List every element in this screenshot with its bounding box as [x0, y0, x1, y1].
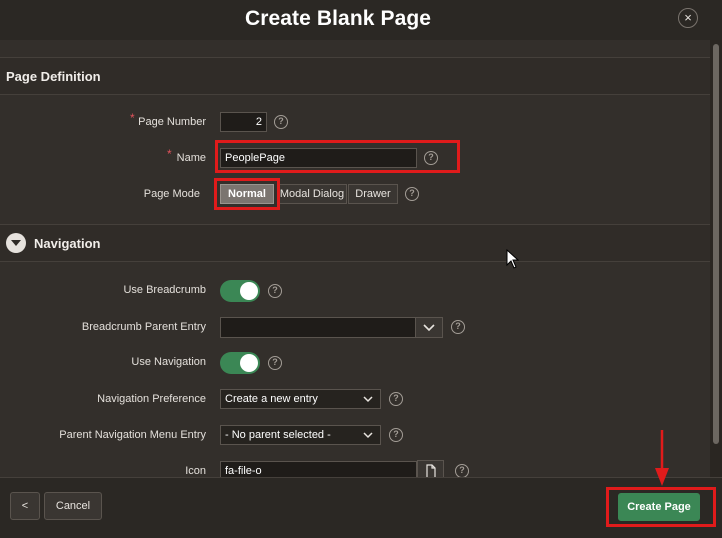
page-mode-modal-dialog[interactable]: Modal Dialog	[277, 184, 347, 204]
nav-preference-select[interactable]: Create a new entry	[220, 389, 381, 409]
dialog-footer: < Cancel Create Page	[0, 477, 722, 538]
use-navigation-label: Use Navigation	[131, 356, 206, 368]
chevron-down-icon	[362, 426, 374, 451]
page-number-label: Page Number	[138, 116, 206, 128]
help-icon[interactable]: ?	[451, 320, 465, 334]
name-label: Name	[176, 152, 206, 164]
create-page-button[interactable]: Create Page	[618, 493, 700, 521]
help-icon[interactable]: ?	[424, 151, 438, 165]
use-navigation-toggle[interactable]	[220, 352, 260, 374]
page-definition-title: Page Definition	[6, 69, 101, 84]
page-mode-label: Page Mode	[143, 188, 200, 200]
parent-nav-label: Parent Navigation Menu Entry	[59, 429, 206, 441]
navigation-header[interactable]: Navigation	[0, 224, 710, 262]
name-input[interactable]: PeoplePage	[220, 148, 417, 168]
collapse-icon[interactable]	[6, 233, 26, 253]
use-breadcrumb-label: Use Breadcrumb	[123, 284, 206, 296]
scrollbar[interactable]	[710, 40, 722, 477]
dialog-header: Create Blank Page ×	[0, 0, 722, 40]
help-icon[interactable]: ?	[274, 115, 288, 129]
chevron-down-icon	[362, 390, 374, 415]
help-icon[interactable]: ?	[455, 464, 469, 477]
close-icon[interactable]: ×	[678, 8, 698, 28]
parent-nav-select[interactable]: - No parent selected -	[220, 425, 381, 445]
dialog-title: Create Blank Page	[244, 7, 432, 30]
use-breadcrumb-toggle[interactable]	[220, 280, 260, 302]
dialog-body: Page Definition * Page Number 2 ? * Name…	[0, 40, 710, 477]
cursor-icon	[506, 249, 520, 269]
file-icon[interactable]	[417, 460, 444, 477]
chevron-down-icon[interactable]	[415, 317, 443, 338]
parent-nav-value: - No parent selected -	[225, 429, 331, 441]
icon-input[interactable]: fa-file-o	[220, 461, 417, 477]
help-icon[interactable]: ?	[389, 392, 403, 406]
page-mode-drawer[interactable]: Drawer	[348, 184, 398, 204]
toggle-knob	[240, 354, 258, 372]
page-mode-normal[interactable]: Normal	[220, 184, 274, 204]
breadcrumb-parent-input[interactable]	[220, 317, 416, 338]
help-icon[interactable]: ?	[268, 284, 282, 298]
scrollbar-thumb[interactable]	[713, 44, 719, 444]
help-icon[interactable]: ?	[405, 187, 419, 201]
cancel-button[interactable]: Cancel	[44, 492, 102, 520]
arrow-down-icon	[655, 430, 669, 486]
nav-preference-value: Create a new entry	[225, 393, 318, 405]
page-definition-header: Page Definition	[0, 57, 710, 95]
page-number-input[interactable]: 2	[220, 112, 267, 132]
navigation-title: Navigation	[34, 236, 101, 251]
breadcrumb-parent-label: Breadcrumb Parent Entry	[81, 321, 206, 333]
back-button[interactable]: <	[10, 492, 40, 520]
help-icon[interactable]: ?	[389, 428, 403, 442]
help-icon[interactable]: ?	[268, 356, 282, 370]
toggle-knob	[240, 282, 258, 300]
icon-field-label: Icon	[185, 465, 206, 477]
nav-preference-label: Navigation Preference	[97, 393, 206, 405]
